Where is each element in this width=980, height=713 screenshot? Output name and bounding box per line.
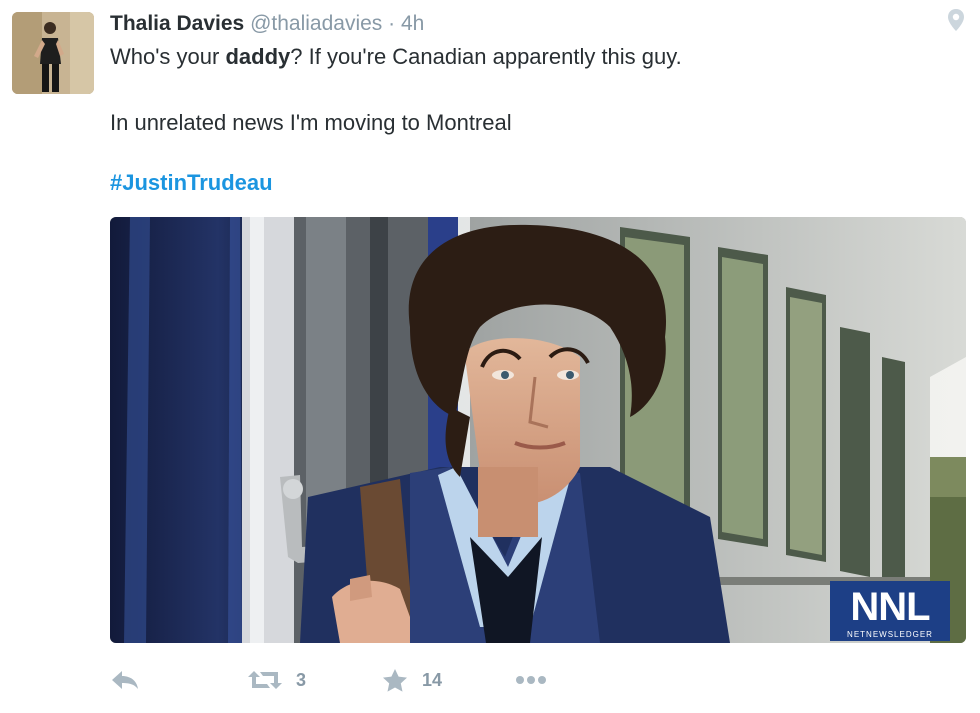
watermark-logo-text: NNL: [850, 585, 930, 629]
author-fullname[interactable]: Thalia Davies: [110, 12, 244, 35]
more-options-button[interactable]: [514, 665, 548, 695]
retweet-count: 3: [296, 669, 307, 690]
retweet-icon: [248, 671, 282, 689]
tweet-text-line-1: Who's your daddy? If you're Canadian app…: [110, 43, 682, 71]
photo-train-portrait: [110, 217, 966, 643]
tweet-media-photo[interactable]: NNL NETNEWSLEDGER: [110, 217, 966, 643]
tweet-text-post: ? If you're Canadian apparently this guy…: [290, 44, 682, 69]
tweet-timestamp[interactable]: 4h: [401, 12, 424, 35]
author-avatar[interactable]: [12, 12, 94, 94]
tweet-actions: 3 14: [110, 665, 610, 695]
retweet-button[interactable]: 3: [248, 665, 306, 695]
author-username[interactable]: @thaliadavies: [250, 12, 382, 35]
tweet-text-bold: daddy: [225, 44, 291, 69]
reply-button[interactable]: [110, 665, 140, 695]
tweet-text-pre: Who's your: [110, 44, 226, 69]
hashtag-link[interactable]: #JustinTrudeau: [110, 169, 273, 197]
tweet-text-line-2: In unrelated news I'm moving to Montreal: [110, 110, 512, 135]
location-pin-icon[interactable]: [946, 8, 966, 32]
header-separator: ·: [388, 12, 396, 35]
reply-icon: [112, 671, 138, 689]
star-icon: [383, 669, 407, 692]
avatar-image: [12, 12, 94, 94]
tweet-header: Thalia Davies @thaliadavies · 4h: [110, 11, 424, 37]
media-watermark: NNL NETNEWSLEDGER: [830, 581, 950, 641]
watermark-subtext: NETNEWSLEDGER: [847, 630, 933, 639]
favorite-button[interactable]: 14: [382, 665, 442, 695]
more-dots-icon: [516, 676, 546, 684]
favorite-count: 14: [422, 669, 443, 690]
